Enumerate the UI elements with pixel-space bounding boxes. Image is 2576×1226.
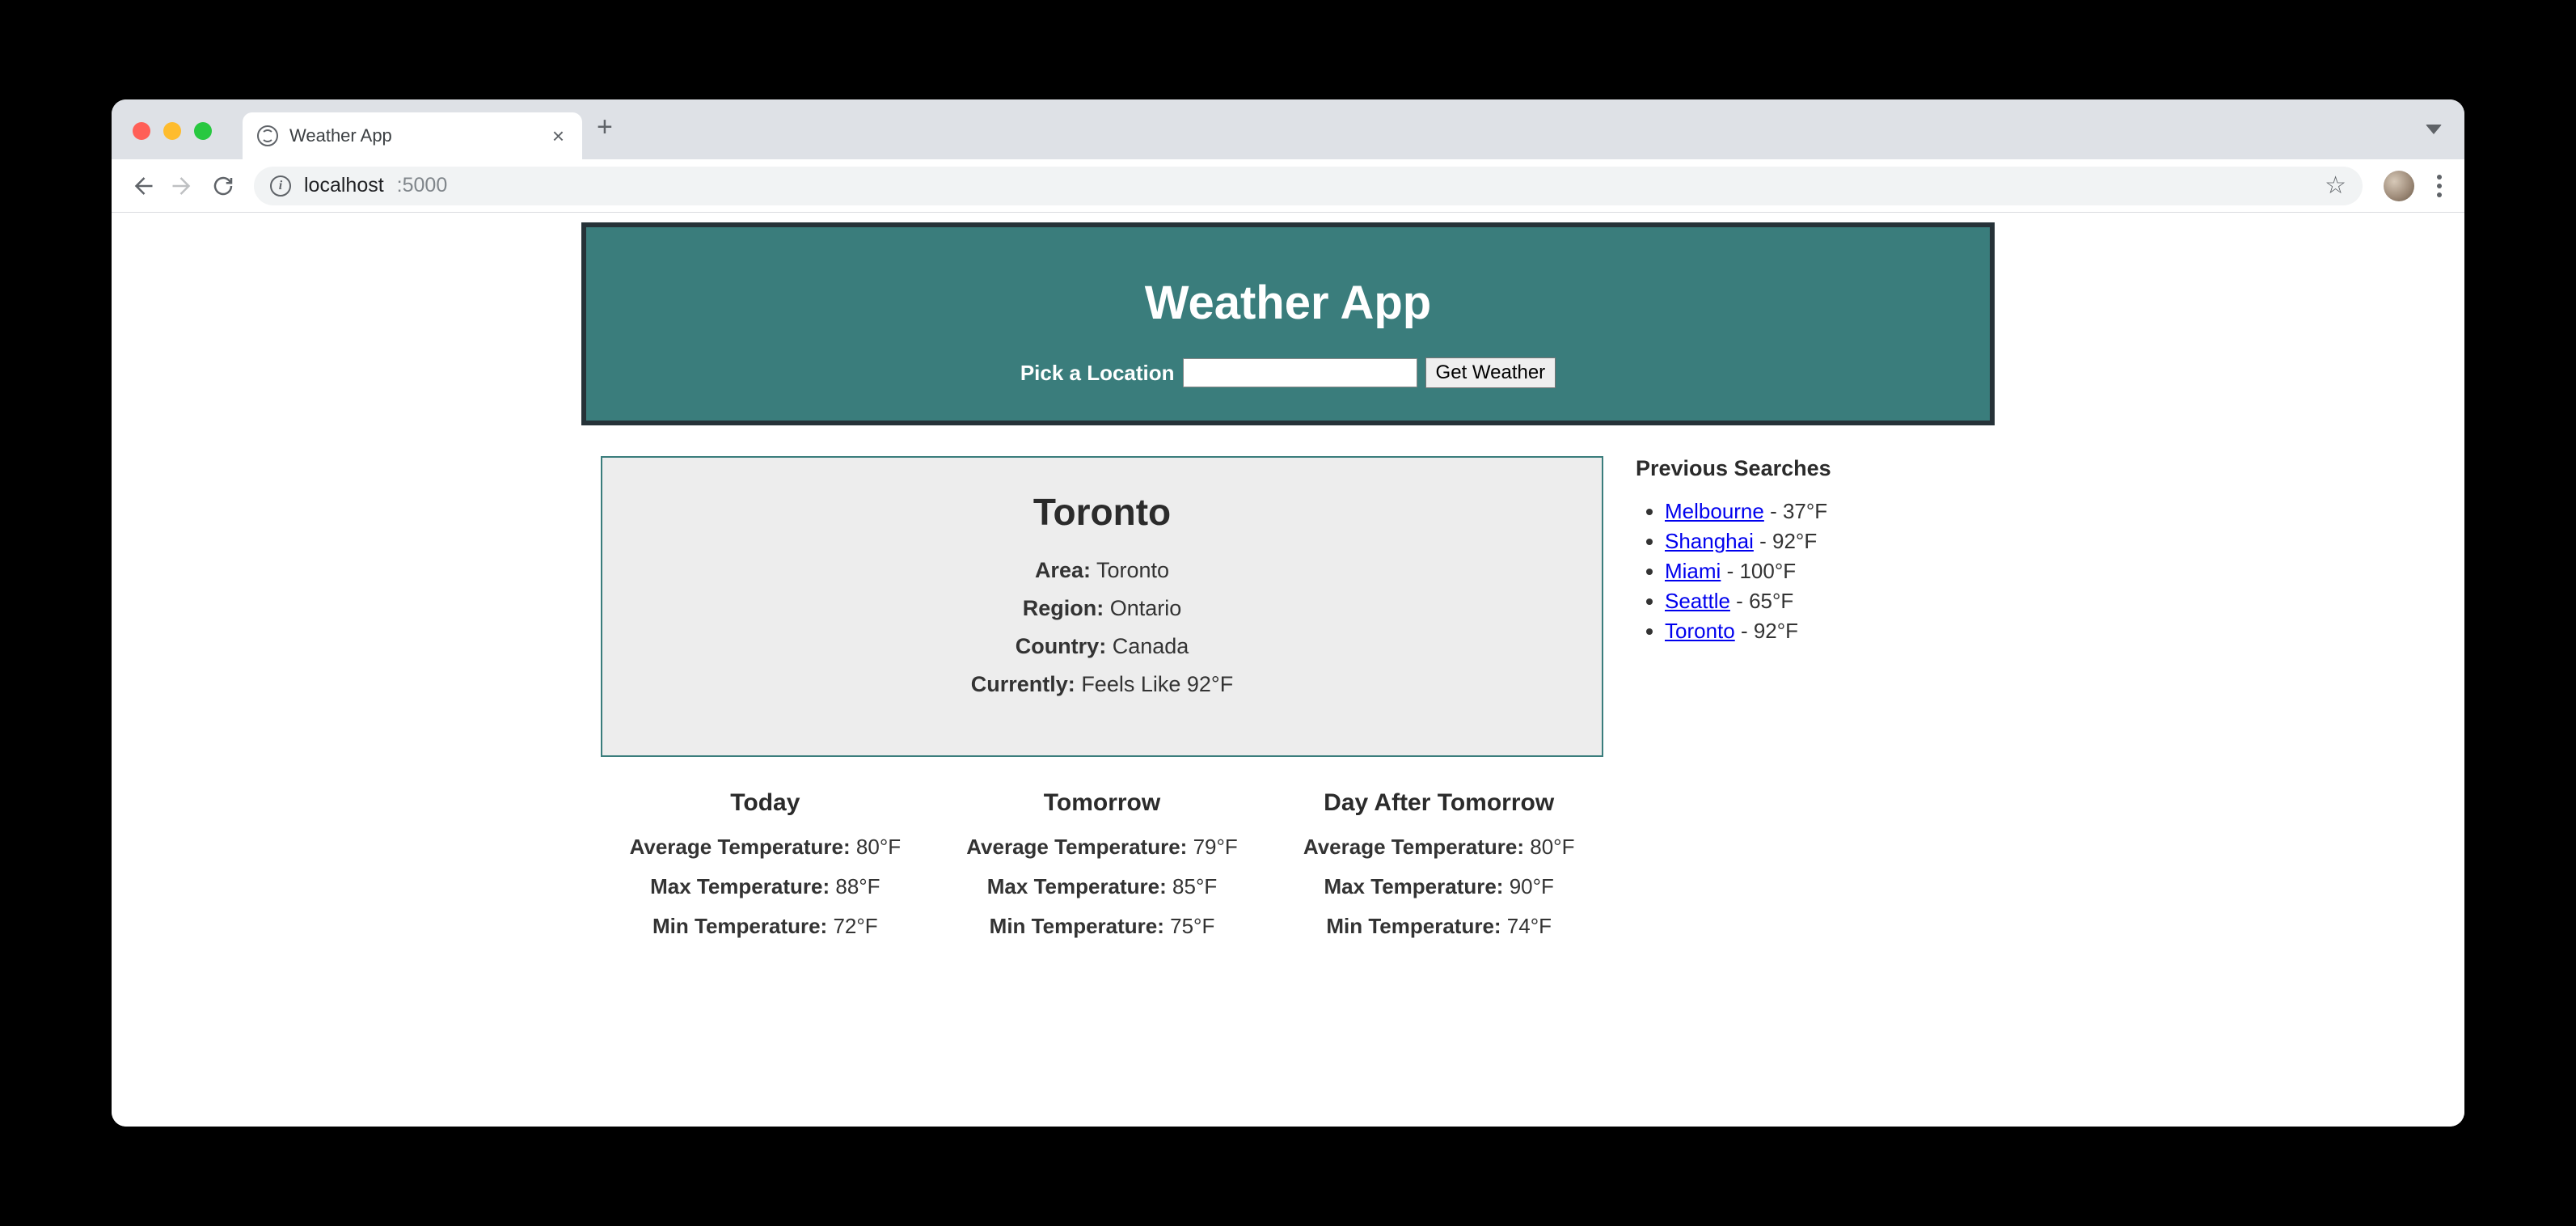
search-form: Pick a Location Get Weather xyxy=(602,357,1974,388)
window-minimize-button[interactable] xyxy=(163,122,181,140)
forecast-heading: Day After Tomorrow xyxy=(1274,789,1603,817)
page-title: Weather App xyxy=(602,276,1974,330)
main-content: Toronto Area: Toronto Region: Ontario Co… xyxy=(581,456,1995,953)
url-path: :5000 xyxy=(397,174,448,197)
browser-tab[interactable]: Weather App × xyxy=(243,112,582,159)
browser-toolbar: i localhost :5000 ☆ xyxy=(112,159,2464,213)
dots-icon xyxy=(2437,175,2442,180)
previous-searches-list: Melbourne - 37°F Shanghai - 92°F Miami -… xyxy=(1636,499,1975,644)
result-column: Toronto Area: Toronto Region: Ontario Co… xyxy=(601,456,1603,953)
window-maximize-button[interactable] xyxy=(194,122,212,140)
arrow-left-icon xyxy=(130,174,154,198)
tab-strip: Weather App × + xyxy=(112,99,2464,159)
region-row: Region: Ontario xyxy=(619,596,1586,621)
previous-searches-sidebar: Previous Searches Melbourne - 37°F Shang… xyxy=(1636,456,1975,953)
window-close-button[interactable] xyxy=(133,122,150,140)
page-viewport: Weather App Pick a Location Get Weather … xyxy=(112,213,2464,1127)
tab-title: Weather App xyxy=(289,125,538,146)
previous-search-link[interactable]: Seattle xyxy=(1665,589,1730,613)
menu-button[interactable] xyxy=(2429,175,2450,197)
forecast-heading: Today xyxy=(601,789,930,817)
chevron-down-icon xyxy=(2426,125,2442,134)
header-banner: Weather App Pick a Location Get Weather xyxy=(581,222,1995,425)
list-item: Melbourne - 37°F xyxy=(1665,499,1975,524)
city-heading: Toronto xyxy=(619,490,1586,534)
list-item: Seattle - 65°F xyxy=(1665,589,1975,614)
arrow-right-icon xyxy=(171,174,195,198)
forecast-day-after: Day After Tomorrow Average Temperature: … xyxy=(1274,789,1603,953)
previous-search-link[interactable]: Shanghai xyxy=(1665,529,1754,553)
location-input[interactable] xyxy=(1183,358,1417,387)
address-bar[interactable]: i localhost :5000 ☆ xyxy=(254,167,2363,205)
sidebar-heading: Previous Searches xyxy=(1636,456,1975,481)
list-item: Toronto - 92°F xyxy=(1665,619,1975,644)
tabs-dropdown-button[interactable] xyxy=(2426,125,2442,134)
get-weather-button[interactable]: Get Weather xyxy=(1425,357,1556,388)
window-controls xyxy=(133,122,212,140)
current-weather-card: Toronto Area: Toronto Region: Ontario Co… xyxy=(601,456,1603,757)
forecast-tomorrow: Tomorrow Average Temperature: 79°F Max T… xyxy=(938,789,1267,953)
area-row: Area: Toronto xyxy=(619,558,1586,583)
forecast-heading: Tomorrow xyxy=(938,789,1267,817)
globe-icon xyxy=(257,125,278,146)
forward-button[interactable] xyxy=(167,170,199,202)
reload-icon xyxy=(211,174,235,198)
url-host: localhost xyxy=(304,174,384,197)
list-item: Miami - 100°F xyxy=(1665,559,1975,584)
profile-avatar[interactable] xyxy=(2384,171,2414,201)
reload-button[interactable] xyxy=(207,170,239,202)
currently-row: Currently: Feels Like 92°F xyxy=(619,672,1586,697)
country-row: Country: Canada xyxy=(619,634,1586,659)
list-item: Shanghai - 92°F xyxy=(1665,529,1975,554)
star-icon[interactable]: ☆ xyxy=(2325,171,2346,200)
back-button[interactable] xyxy=(126,170,158,202)
new-tab-button[interactable]: + xyxy=(597,112,613,148)
forecast-row: Today Average Temperature: 80°F Max Temp… xyxy=(601,789,1603,953)
forecast-today: Today Average Temperature: 80°F Max Temp… xyxy=(601,789,930,953)
previous-search-link[interactable]: Miami xyxy=(1665,559,1721,583)
browser-window: Weather App × + i localhost :5000 ☆ xyxy=(112,99,2464,1127)
previous-search-link[interactable]: Toronto xyxy=(1665,619,1735,643)
location-label: Pick a Location xyxy=(1020,361,1175,386)
info-icon[interactable]: i xyxy=(270,175,291,197)
previous-search-link[interactable]: Melbourne xyxy=(1665,499,1764,523)
close-icon[interactable]: × xyxy=(549,124,568,149)
